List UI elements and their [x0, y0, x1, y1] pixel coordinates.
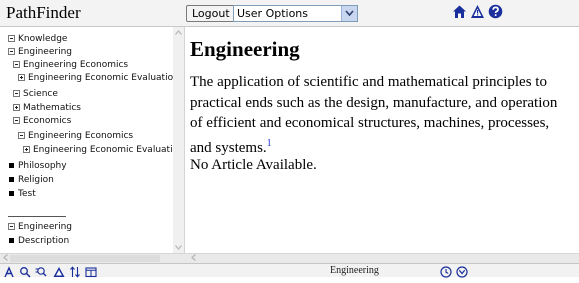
tree-item[interactable]: Science — [13, 88, 58, 101]
bottom-toolbar: Engineering — [0, 263, 579, 278]
tree-item[interactable]: Engineering Economics — [13, 59, 128, 72]
bullet-icon — [9, 191, 14, 196]
collapse-icon[interactable] — [8, 35, 15, 42]
no-article-message: No Article Available. — [190, 157, 317, 173]
top-toolbar: PathFinder Logout User Options — [0, 0, 579, 27]
tree-item[interactable]: Religion — [8, 174, 54, 187]
tree-item-label[interactable]: Economics — [23, 116, 71, 126]
footnote-link[interactable]: 1 — [267, 138, 272, 149]
tree-item-label[interactable]: Science — [23, 89, 58, 99]
scroll-down-arrow-icon[interactable] — [173, 242, 184, 253]
expand-icon[interactable] — [18, 74, 25, 81]
window-icon[interactable] — [85, 265, 97, 278]
tree-item-label[interactable]: Engineering — [18, 47, 72, 57]
help-icon[interactable] — [488, 4, 503, 19]
collapse-icon[interactable] — [13, 61, 20, 68]
home-icon[interactable] — [452, 4, 467, 19]
search-options-icon[interactable] — [35, 265, 47, 277]
bullet-icon — [9, 163, 14, 168]
left-pane-vertical-scrollbar[interactable] — [173, 27, 184, 253]
tree-item-label[interactable]: Philosophy — [18, 161, 67, 171]
clock-icon[interactable] — [440, 265, 452, 278]
context-item-label[interactable]: Description — [18, 236, 69, 246]
tree-item[interactable]: Engineering Economic Evaluation — [18, 72, 179, 85]
tree-item-label[interactable]: Religion — [18, 175, 54, 185]
navigation-tree-pane: Knowledge Engineering Engineering Economic… — [0, 27, 185, 253]
tree-item-label[interactable]: Engineering Economic Evaluation — [33, 145, 184, 155]
tree-item[interactable]: Test — [8, 188, 36, 201]
tree-item[interactable]: Mathematics — [13, 102, 81, 115]
tree-item[interactable]: Engineering Economics — [18, 130, 133, 143]
user-options-select[interactable]: User Options — [233, 5, 358, 22]
settings-icon[interactable] — [456, 265, 468, 278]
scroll-up-arrow-icon[interactable] — [173, 27, 184, 38]
tree-item[interactable]: Philosophy — [8, 160, 67, 173]
tree-item-label[interactable]: Engineering Economics — [28, 131, 133, 141]
article-definition: The application of scientific and mathem… — [190, 74, 558, 156]
collapse-icon[interactable] — [8, 223, 15, 230]
tree-item[interactable]: Economics — [13, 115, 71, 128]
tree-item-label[interactable]: Mathematics — [23, 103, 81, 113]
tree-divider — [8, 216, 66, 217]
article-title: Engineering — [190, 37, 300, 61]
chevron-down-icon[interactable] — [341, 6, 357, 21]
sort-icon[interactable] — [69, 265, 81, 278]
tree-item-label[interactable]: Engineering Economic Evaluation — [28, 73, 179, 83]
scroll-left-arrow-icon[interactable] — [188, 253, 199, 262]
tree-item-label[interactable]: Engineering Economics — [23, 60, 128, 70]
context-item[interactable]: Engineering — [8, 221, 72, 234]
tree-item[interactable]: Engineering Economic Evaluation — [23, 144, 184, 157]
tree-item-label[interactable]: Knowledge — [18, 34, 67, 44]
app-title: PathFinder — [6, 3, 81, 22]
bullet-icon — [9, 238, 14, 243]
horizontal-scrollbar[interactable] — [0, 253, 579, 263]
collapse-icon[interactable] — [13, 90, 20, 97]
scrollbar-thumb[interactable] — [10, 255, 160, 262]
article-body: The application of scientific and mathem… — [190, 72, 572, 158]
collapse-icon[interactable] — [8, 48, 15, 55]
warning-icon[interactable] — [53, 265, 65, 277]
text-size-icon[interactable] — [3, 265, 15, 278]
user-options-selected: User Options — [237, 7, 309, 20]
tree-item-label[interactable]: Test — [18, 189, 36, 199]
article-pane: Engineering The application of scientifi… — [190, 27, 576, 253]
warning-icon[interactable] — [470, 4, 485, 19]
collapse-icon[interactable] — [18, 132, 25, 139]
tree-item[interactable]: Engineering — [8, 46, 72, 59]
bullet-icon — [9, 177, 14, 182]
collapse-icon[interactable] — [13, 117, 20, 124]
logout-button[interactable]: Logout — [186, 5, 236, 22]
expand-icon[interactable] — [23, 146, 30, 153]
expand-icon[interactable] — [13, 104, 20, 111]
tree-item[interactable]: Knowledge — [8, 33, 67, 46]
status-title: Engineering — [330, 265, 379, 276]
context-item-label[interactable]: Engineering — [18, 222, 72, 232]
context-item[interactable]: Description — [8, 235, 69, 248]
search-icon[interactable] — [19, 265, 31, 278]
